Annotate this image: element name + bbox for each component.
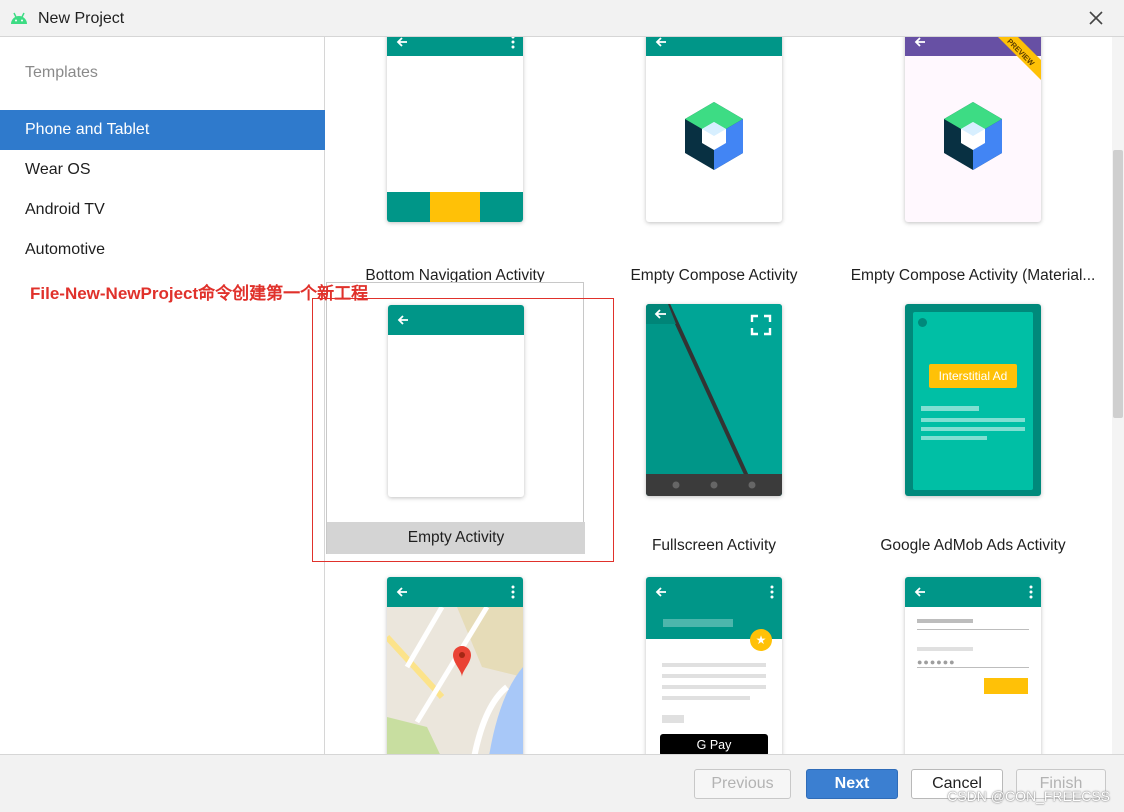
back-arrow-icon: [396, 587, 407, 597]
title-bar: New Project: [0, 0, 1124, 37]
overflow-menu-icon: [1029, 585, 1033, 599]
overflow-menu-icon: [511, 585, 515, 599]
android-icon: [11, 12, 27, 24]
template-card-empty-compose[interactable]: Empty Compose Activity: [585, 37, 843, 284]
sidebar-item-automotive[interactable]: Automotive: [0, 230, 325, 270]
sidebar-item-wear-os[interactable]: Wear OS: [0, 150, 325, 190]
templates-heading: Templates: [25, 64, 98, 81]
back-arrow-icon: [914, 587, 925, 597]
back-arrow-icon: [655, 587, 666, 597]
next-button[interactable]: Next: [806, 769, 898, 799]
google-pay-preview: ★ G Pay: [646, 577, 782, 754]
jetpack-compose-logo-icon: [685, 102, 743, 170]
annotation-text: File-New-NewProject命令创建第一个新工程: [30, 284, 369, 303]
back-arrow-icon: [396, 37, 407, 47]
template-card-google-pay[interactable]: ★ G Pay: [585, 555, 843, 754]
overflow-menu-icon: [770, 585, 774, 599]
template-card-login[interactable]: ●●●●●●: [844, 555, 1102, 754]
google-maps-preview: [387, 577, 523, 754]
template-card-google-maps[interactable]: [326, 555, 584, 754]
fullscreen-expand-icon: [750, 314, 772, 336]
template-label: Empty Activity: [327, 522, 585, 554]
login-form-preview: ●●●●●●: [905, 577, 1041, 754]
back-arrow-icon: [914, 37, 925, 47]
template-label: Fullscreen Activity: [651, 537, 777, 554]
bottom-navigation-preview: [387, 37, 523, 222]
overflow-menu-icon: [511, 37, 515, 49]
interstitial-ad-label: Interstitial Ad: [929, 364, 1017, 388]
back-arrow-icon: [655, 37, 666, 47]
template-card-admob[interactable]: Interstitial Ad Google AdMob Ads Activit…: [844, 282, 1102, 554]
window-title: New Project: [38, 10, 125, 27]
watermark: CSDN @CON_FREECSS: [947, 788, 1110, 804]
sidebar-item-android-tv[interactable]: Android TV: [0, 190, 325, 230]
gallery-scrollbar[interactable]: [1112, 37, 1124, 754]
empty-compose-material-preview: PREVIEW: [905, 37, 1041, 222]
empty-activity-preview: [388, 305, 524, 497]
scrollbar-thumb[interactable]: [1113, 150, 1123, 418]
google-pay-button: G Pay: [660, 734, 768, 754]
back-arrow-icon: [397, 315, 408, 325]
close-icon[interactable]: [1086, 8, 1106, 28]
template-label: Google AdMob Ads Activity: [880, 537, 1066, 554]
preview-badge: PREVIEW: [998, 37, 1041, 80]
fullscreen-preview: [646, 304, 782, 496]
previous-button[interactable]: Previous: [694, 769, 791, 799]
template-gallery: Bottom Navigation Activity Empty Compose…: [326, 37, 1112, 754]
template-card-empty-compose-material[interactable]: PREVIEW Empty Compose Activity (Material…: [844, 37, 1102, 284]
map-illustration: [387, 607, 523, 754]
sidebar-item-phone-and-tablet[interactable]: Phone and Tablet: [0, 110, 325, 150]
star-icon: ★: [750, 629, 772, 651]
admob-preview: Interstitial Ad: [905, 304, 1041, 496]
template-card-bottom-navigation[interactable]: Bottom Navigation Activity: [326, 37, 584, 284]
template-card-fullscreen[interactable]: Fullscreen Activity: [585, 282, 843, 554]
jetpack-compose-logo-icon: [944, 102, 1002, 170]
empty-compose-preview: [646, 37, 782, 222]
template-category-sidebar: Templates Phone and Tablet Wear OS Andro…: [0, 37, 325, 754]
template-card-empty-activity[interactable]: Empty Activity: [326, 282, 585, 554]
